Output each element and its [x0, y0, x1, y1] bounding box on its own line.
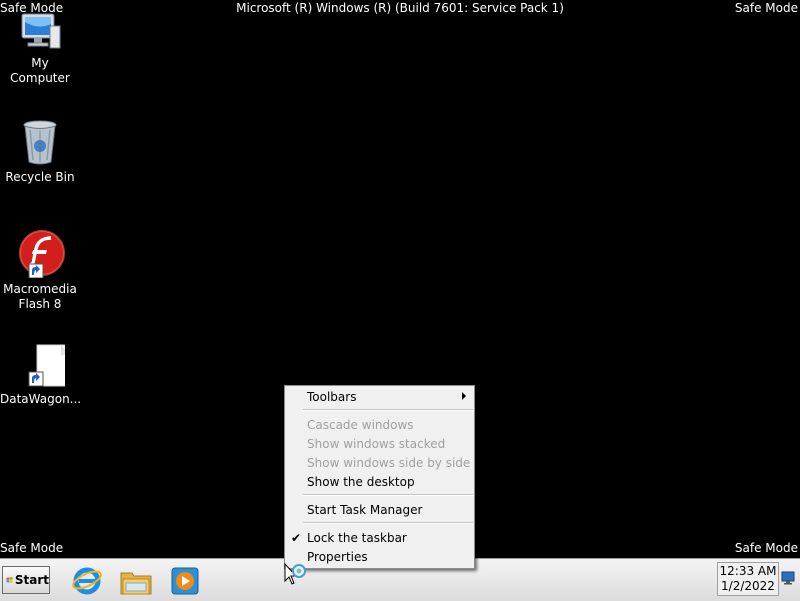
clock-date: 1/2/2022 — [721, 579, 775, 593]
menu-item-show-the-desktop[interactable]: Show the desktop — [307, 474, 415, 490]
menu-item-lock-the-taskbar[interactable]: Lock the taskbar — [307, 530, 407, 546]
start-label: Start — [14, 573, 49, 587]
desktop-icon-datawagon[interactable]: DataWagon... — [0, 344, 82, 407]
windows-logo-icon — [6, 576, 13, 584]
menu-item-properties[interactable]: Properties — [307, 549, 368, 565]
submenu-arrow-icon — [462, 392, 466, 400]
menu-separator — [303, 409, 473, 411]
desktop-icon-label: Recycle Bin — [5, 170, 75, 184]
desktop-icon-label: My Computer — [10, 56, 70, 85]
media-player-icon — [171, 567, 199, 595]
mouse-cursor-icon — [284, 563, 306, 585]
menu-separator — [303, 494, 473, 496]
computer-icon — [21, 13, 61, 49]
menu-item-toolbars[interactable]: Toolbars — [307, 389, 467, 405]
taskbar-pin-windows-explorer[interactable] — [120, 565, 152, 597]
internet-explorer-icon — [72, 567, 102, 595]
menu-item-start-task-manager[interactable]: Start Task Manager — [307, 502, 422, 518]
menu-item-label: Toolbars — [307, 390, 357, 404]
safe-mode-label-bottom-left: Safe Mode — [0, 541, 64, 555]
network-icon[interactable] — [781, 571, 795, 585]
clock-time: 12:33 AM — [719, 564, 777, 578]
taskbar-pin-media-player[interactable] — [169, 565, 201, 597]
flash-shortcut-icon — [19, 230, 65, 278]
recycle-bin-icon — [23, 120, 57, 165]
desktop-icon-macromedia-flash-8[interactable]: Macromedia Flash 8 — [0, 230, 80, 312]
desktop-icon-label: Macromedia Flash 8 — [3, 282, 77, 311]
taskbar-context-menu: Toolbars Cascade windows Show windows st… — [284, 385, 475, 569]
desktop-icon-recycle-bin[interactable]: Recycle Bin — [0, 118, 80, 185]
taskbar-clock[interactable]: 12:33 AM 1/2/2022 — [717, 562, 779, 596]
windows-explorer-icon — [120, 572, 152, 595]
taskbar-pin-internet-explorer[interactable] — [71, 565, 103, 597]
menu-item-show-windows-stacked[interactable]: Show windows stacked — [307, 436, 445, 452]
menu-item-show-windows-side-by-side[interactable]: Show windows side by side — [307, 455, 470, 471]
desktop-icon-label: DataWagon... — [0, 392, 82, 406]
menu-item-cascade-windows[interactable]: Cascade windows — [307, 417, 414, 433]
os-build-banner: Microsoft (R) Windows (R) (Build 7601: S… — [236, 1, 564, 15]
desktop-icon-my-computer[interactable]: My Computer — [0, 12, 80, 86]
safe-mode-label-bottom-right: Safe Mode — [734, 541, 798, 555]
start-button[interactable]: Start — [2, 566, 50, 594]
document-shortcut-icon — [28, 344, 65, 387]
check-mark-icon: ✔ — [291, 531, 302, 545]
menu-separator — [303, 522, 473, 524]
